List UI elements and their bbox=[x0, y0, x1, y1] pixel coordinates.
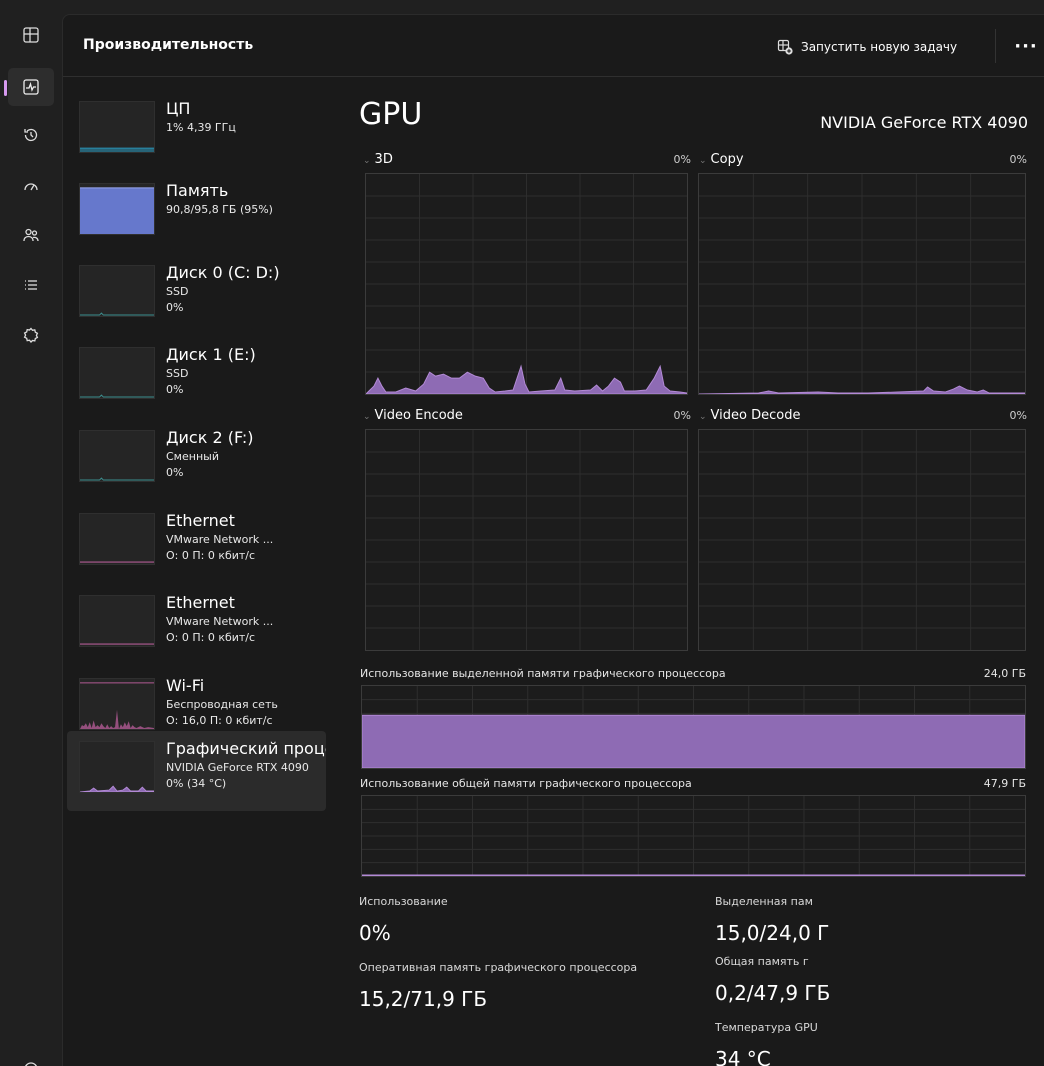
resource-thumbnail-graph bbox=[79, 183, 155, 235]
resource-detail: VMware Network ... bbox=[166, 615, 274, 628]
resource-thumbnail-graph bbox=[79, 347, 155, 399]
resource-detail: VMware Network ... bbox=[166, 533, 274, 546]
resource-cpu[interactable]: ЦП 1% 4,39 ГГц bbox=[67, 91, 326, 171]
resource-disk-0[interactable]: Диск 0 (C: D:) SSD 0% bbox=[67, 255, 326, 335]
engine-3d-graph bbox=[365, 173, 688, 395]
page-title: Производительность bbox=[83, 37, 254, 53]
engine-encode-selector[interactable]: ⌄ Video Encode bbox=[363, 408, 463, 423]
resource-name: Ethernet bbox=[166, 511, 235, 530]
resource-detail: Беспроводная сеть bbox=[166, 698, 278, 711]
resource-name: ЦП bbox=[166, 99, 191, 118]
gpu-model-name: NVIDIA GeForce RTX 4090 bbox=[820, 113, 1028, 132]
engine-3d-selector[interactable]: ⌄ 3D bbox=[363, 152, 393, 167]
performance-panel: Производительность Запустить новую задач… bbox=[62, 14, 1044, 1066]
resource-name: Ethernet bbox=[166, 593, 235, 612]
resource-thumbnail-graph bbox=[79, 430, 155, 482]
run-new-task-label: Запустить новую задачу bbox=[801, 40, 958, 54]
temperature-label: Температура GPU bbox=[715, 1021, 818, 1034]
resource-thumbnail-graph bbox=[79, 101, 155, 153]
dedicated-memory-max: 24,0 ГБ bbox=[983, 667, 1026, 680]
resource-name: Графический процессор 0 bbox=[166, 739, 326, 758]
resource-gpu-0[interactable]: Графический процессор 0 NVIDIA GeForce RT… bbox=[67, 731, 326, 811]
shared-memory-graph bbox=[361, 795, 1026, 877]
engine-copy-graph bbox=[698, 173, 1026, 395]
resource-status: 0% bbox=[166, 383, 184, 396]
chevron-down-icon: ⌄ bbox=[699, 412, 707, 422]
shared-memory-max: 47,9 ГБ bbox=[983, 777, 1026, 790]
engine-copy-value: 0% bbox=[1009, 153, 1027, 166]
resource-thumbnail-graph bbox=[79, 595, 155, 647]
shared-stat-value: 0,2/47,9 ГБ bbox=[715, 981, 831, 1005]
chevron-down-icon: ⌄ bbox=[363, 156, 371, 166]
services-icon[interactable] bbox=[8, 316, 54, 354]
engine-decode-value: 0% bbox=[1009, 409, 1027, 422]
resource-name: Диск 1 (E:) bbox=[166, 345, 256, 364]
shared-memory-label: Использование общей памяти графического … bbox=[360, 777, 692, 790]
resource-name: Диск 2 (F:) bbox=[166, 428, 254, 447]
chevron-down-icon: ⌄ bbox=[699, 156, 707, 166]
startup-apps-icon[interactable] bbox=[8, 168, 54, 206]
resource-disk-2[interactable]: Диск 2 (F:) Сменный 0% bbox=[67, 420, 326, 500]
gpu-ram-label: Оперативная память графического процессо… bbox=[359, 961, 638, 974]
resource-ethernet-1[interactable]: Ethernet VMware Network ... О: 0 П: 0 кбит… bbox=[67, 503, 326, 583]
dedicated-memory-graph bbox=[361, 685, 1026, 769]
resource-thumbnail-graph bbox=[79, 741, 155, 793]
resource-status: 0% bbox=[166, 301, 184, 314]
resource-thumbnail-graph bbox=[79, 513, 155, 565]
details-icon[interactable] bbox=[8, 266, 54, 304]
resource-detail: 90,8/95,8 ГБ (95%) bbox=[166, 203, 273, 216]
temperature-value: 34 °C bbox=[715, 1047, 771, 1066]
app-history-icon[interactable] bbox=[8, 116, 54, 154]
header-divider bbox=[995, 29, 996, 63]
resource-status: 0% (34 °C) bbox=[166, 777, 227, 790]
resource-status: 0% bbox=[166, 466, 184, 479]
engine-decode-graph bbox=[698, 429, 1026, 651]
dedicated-stat-value: 15,0/24,0 Г bbox=[715, 921, 830, 945]
resource-thumbnail-graph bbox=[79, 678, 155, 730]
dedicated-stat-label: Выделенная пам bbox=[715, 895, 813, 908]
resource-detail: 1% 4,39 ГГц bbox=[166, 121, 236, 134]
run-new-task-button[interactable]: Запустить новую задачу bbox=[769, 33, 965, 61]
settings-icon[interactable] bbox=[8, 1050, 54, 1066]
engine-3d-value: 0% bbox=[673, 153, 691, 166]
page-header: Производительность Запустить новую задач… bbox=[63, 15, 1044, 77]
usage-label: Использование bbox=[359, 895, 448, 908]
engine-encode-value: 0% bbox=[673, 409, 691, 422]
resource-thumbnail-graph bbox=[79, 265, 155, 317]
resource-detail: SSD bbox=[166, 367, 189, 380]
resource-name: Wi-Fi bbox=[166, 676, 205, 695]
undefined bbox=[362, 714, 1025, 768]
resource-detail: NVIDIA GeForce RTX 4090 bbox=[166, 761, 309, 774]
processes-icon[interactable] bbox=[8, 16, 54, 54]
engine-decode-selector[interactable]: ⌄ Video Decode bbox=[699, 408, 800, 423]
resource-disk-1[interactable]: Диск 1 (E:) SSD 0% bbox=[67, 337, 326, 417]
undefined bbox=[362, 874, 1025, 876]
run-task-icon bbox=[777, 39, 793, 55]
resource-detail: SSD bbox=[166, 285, 189, 298]
dedicated-memory-label: Использование выделенной памяти графичес… bbox=[360, 667, 726, 680]
engine-copy-selector[interactable]: ⌄ Copy bbox=[699, 152, 744, 167]
resource-ethernet-2[interactable]: Ethernet VMware Network ... О: 0 П: 0 кбит… bbox=[67, 585, 326, 665]
usage-value: 0% bbox=[359, 921, 391, 945]
resource-status: О: 16,0 П: 0 кбит/с bbox=[166, 714, 273, 727]
resource-memory[interactable]: Память 90,8/95,8 ГБ (95%) bbox=[67, 173, 326, 253]
resource-status: О: 0 П: 0 кбит/с bbox=[166, 549, 256, 562]
resource-name: Память bbox=[166, 181, 229, 200]
resource-status: О: 0 П: 0 кбит/с bbox=[166, 631, 256, 644]
resource-name: Диск 0 (C: D:) bbox=[166, 263, 280, 282]
chevron-down-icon: ⌄ bbox=[363, 412, 371, 422]
engine-encode-graph bbox=[365, 429, 688, 651]
gpu-title: GPU bbox=[359, 97, 423, 132]
gpu-ram-value: 15,2/71,9 ГБ bbox=[359, 987, 488, 1011]
nav-rail bbox=[0, 0, 62, 1066]
shared-stat-label: Общая память г bbox=[715, 955, 809, 968]
resource-detail: Сменный bbox=[166, 450, 219, 463]
more-options-button[interactable]: ··· bbox=[1011, 31, 1041, 61]
users-icon[interactable] bbox=[8, 216, 54, 254]
performance-icon[interactable] bbox=[4, 68, 54, 106]
